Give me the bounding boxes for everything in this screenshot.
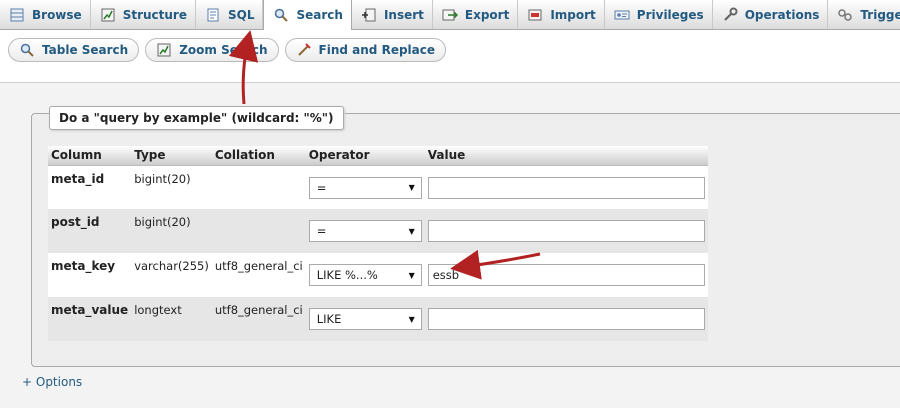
table-row: post_id bigint(20) = ▼ (48, 209, 708, 253)
header-type: Type (131, 146, 212, 166)
tab-import[interactable]: Import (518, 0, 605, 29)
tab-label: Export (464, 7, 510, 22)
value-cell (424, 165, 708, 209)
tab-operations[interactable]: Operations (713, 0, 829, 29)
top-tab-bar: Browse Structure SQL Search Insert Expor… (0, 0, 900, 30)
tab-label: Search (296, 8, 343, 22)
search-subtabs: Table Search Zoom Search Find and Replac… (8, 38, 447, 62)
header-operator: Operator (305, 146, 425, 166)
tab-triggers[interactable]: Triggers (828, 0, 900, 29)
tab-browse[interactable]: Browse (0, 0, 91, 29)
value-cell: essb (424, 253, 708, 297)
column-collation (211, 165, 306, 209)
tab-label: Insert (383, 7, 424, 22)
value-input[interactable] (427, 308, 705, 330)
wrench-icon (722, 7, 738, 23)
tab-sql[interactable]: SQL (196, 0, 264, 29)
value-input[interactable] (427, 220, 705, 242)
operator-cell: = ▼ (305, 209, 425, 253)
search-icon (19, 42, 35, 58)
tab-label: Browse (32, 7, 82, 22)
operator-value: = (316, 180, 327, 195)
header-collation: Collation (211, 146, 306, 166)
operator-value: LIKE (316, 312, 342, 326)
query-legend: Do a "query by example" (wildcard: "%") (49, 106, 344, 130)
operator-cell: = ▼ (305, 165, 425, 209)
export-icon (442, 7, 458, 23)
import-icon (527, 7, 543, 23)
operator-value: LIKE %...% (316, 268, 378, 282)
value-input[interactable]: essb (427, 264, 705, 286)
subtab-table-search[interactable]: Table Search (8, 38, 140, 62)
browse-icon (9, 7, 25, 23)
tab-structure[interactable]: Structure (91, 0, 196, 29)
options-link[interactable]: + Options (22, 375, 82, 389)
privileges-icon (614, 7, 630, 23)
operator-value: = (316, 224, 327, 238)
value-cell (424, 209, 708, 253)
subtab-zoom-search[interactable]: Zoom Search (145, 38, 279, 62)
tab-label: Privileges (636, 7, 704, 22)
chevron-down-icon: ▼ (408, 270, 415, 280)
column-collation (211, 209, 306, 253)
operator-select[interactable]: LIKE %...% ▼ (308, 264, 422, 286)
value-cell (424, 297, 708, 341)
column-name: meta_id (48, 165, 132, 209)
column-collation: utf8_general_ci (211, 253, 306, 297)
subtab-label: Table Search (42, 43, 129, 57)
tab-label: Import (550, 7, 596, 22)
tab-privileges[interactable]: Privileges (605, 0, 713, 29)
operator-select[interactable]: LIKE ▼ (308, 308, 422, 330)
structure-icon (100, 7, 116, 23)
triggers-icon (837, 7, 853, 23)
column-type: longtext (131, 297, 212, 341)
tab-search[interactable]: Search (263, 0, 352, 30)
query-table: Column Type Collation Operator Value met… (48, 146, 708, 341)
header-column: Column (48, 146, 132, 166)
search-icon (273, 7, 289, 23)
zoom-search-icon (156, 42, 172, 58)
column-type: bigint(20) (131, 209, 212, 253)
tab-label: Structure (122, 7, 187, 22)
operator-cell: LIKE %...% ▼ (305, 253, 425, 297)
chevron-down-icon: ▼ (408, 183, 415, 192)
find-replace-icon (296, 42, 312, 58)
operator-select[interactable]: = ▼ (308, 220, 422, 242)
tab-label: SQL (227, 7, 255, 22)
subtab-find-replace[interactable]: Find and Replace (284, 38, 447, 62)
column-type: bigint(20) (131, 165, 212, 209)
insert-icon (361, 7, 377, 23)
subtab-label: Zoom Search (179, 43, 268, 57)
table-row: meta_key varchar(255) utf8_general_ci LI… (48, 253, 708, 297)
table-row: meta_id bigint(20) = ▼ (48, 165, 708, 209)
operator-select[interactable]: = ▼ (308, 176, 422, 199)
tab-export[interactable]: Export (433, 0, 519, 29)
value-input[interactable] (427, 176, 705, 199)
column-type: varchar(255) (131, 253, 212, 297)
chevron-down-icon: ▼ (408, 314, 415, 324)
tab-insert[interactable]: Insert (352, 0, 433, 29)
tab-label: Operations (744, 7, 820, 22)
column-name: meta_key (48, 253, 132, 297)
column-collation: utf8_general_ci (211, 297, 306, 341)
column-name: meta_value (48, 297, 132, 341)
sql-icon (205, 7, 221, 23)
tab-label: Triggers (860, 7, 900, 22)
header-value: Value (424, 146, 708, 166)
operator-cell: LIKE ▼ (305, 297, 425, 341)
column-name: post_id (48, 209, 132, 253)
table-header-row: Column Type Collation Operator Value (48, 146, 708, 166)
chevron-down-icon: ▼ (408, 226, 415, 236)
table-row: meta_value longtext utf8_general_ci LIKE… (48, 297, 708, 341)
subtab-label: Find and Replace (318, 43, 436, 57)
